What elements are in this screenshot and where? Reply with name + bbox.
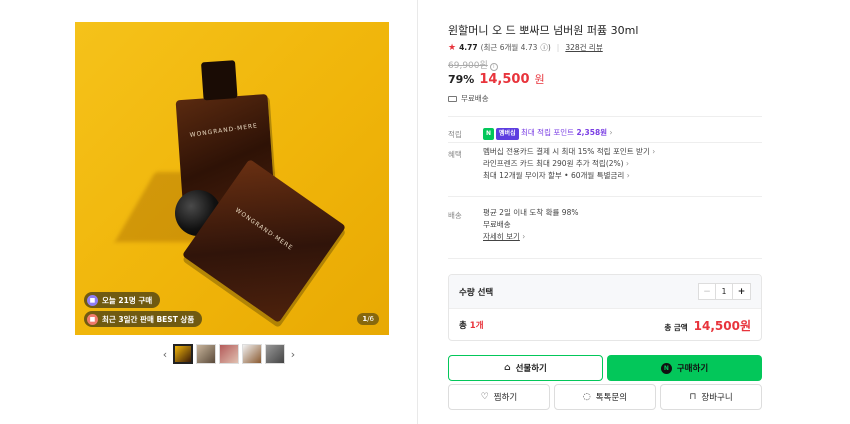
rating-summary: ★ 4.77 (최근 6개월 4.73 ⓘ) | 328건 리뷰 [448,42,603,53]
quantity-header: 수량 선택 − 1 + [449,275,761,309]
benefit-label: 혜택 [448,150,462,159]
buy-button[interactable]: N 구매하기 [607,355,762,381]
thumbnail-4[interactable] [242,344,262,364]
discount-rate: 79% [448,73,475,86]
points-label: 적립 [448,130,462,139]
info-icon[interactable]: ⓘ) [540,42,550,53]
prev-thumb-arrow-icon[interactable]: ‹ [160,348,170,361]
quantity-total-row: 총 1개 총 금액 14,500원 [449,309,761,340]
quantity-selector-box: 수량 선택 − 1 + 총 1개 총 금액 14,500원 [448,274,762,341]
gift-icon: ⌂ [504,363,511,373]
naver-pay-icon: N [660,362,672,374]
free-shipping-badge: 무료배송 [448,93,489,104]
chevron-right-icon: › [652,147,656,156]
original-price: 69,900원 i [448,58,498,71]
bottle-cap [200,60,238,101]
sale-price-row: 79% 14,500 원 [448,71,545,87]
chevron-right-icon: › [522,232,526,241]
next-thumb-arrow-icon[interactable]: › [288,348,298,361]
delivery-more-link[interactable]: 자세히 보기 › [483,231,578,243]
divider [448,258,762,259]
best-seller-badge: ■ 최근 3일간 판매 BEST 상품 [84,311,203,327]
benefit-item[interactable]: 멤버십 전용카드 결제 시 최대 15% 적립 포인트 받기 › [483,146,655,158]
total-count: 총 1개 [459,321,484,331]
today-purchase-text: 오늘 21명 구매 [102,295,153,305]
points-row[interactable]: N 멤버십 최대 적립 포인트 2,358원 › [483,127,612,140]
heart-icon: ♡ [480,392,489,402]
cart-icon: ■ [87,294,98,306]
star-icon: ★ [448,42,457,53]
truck-icon [448,95,457,102]
currency-won: 원 [534,73,545,86]
thumbnail-5[interactable] [265,344,285,364]
delivery-label: 배송 [448,211,462,220]
delivery-fee: 무료배송 [483,220,511,229]
thumbnail-strip: ‹ › [160,344,298,364]
quantity-value[interactable]: 1 [716,284,733,299]
quantity-plus-button[interactable]: + [733,284,750,299]
gift-icon: ■ [87,313,98,325]
rating-recent: (최근 6개월 4.73 [480,43,538,52]
thumbnail-2[interactable] [196,344,216,364]
bottle-label: WONGRAND·MERE [189,122,259,139]
gift-button[interactable]: ⌂ 선물하기 [448,355,603,381]
image-counter: 1/6 [357,313,379,325]
benefit-list: 멤버십 전용카드 결제 시 최대 15% 적립 포인트 받기 › 라인프렌즈 카… [483,146,655,182]
quantity-label: 수량 선택 [459,287,494,298]
divider [448,142,762,143]
product-title: 윈할머니 오 드 뽀싸므 넘버원 퍼퓸 30ml [448,24,639,37]
quantity-stepper: − 1 + [698,283,751,300]
rating-score: 4.77 [459,43,478,52]
price-info-icon[interactable]: i [489,63,498,71]
product-main-image[interactable]: WONGRAND·MERE WONGRAND·MERE ■ 오늘 21명 구매 … [75,22,389,335]
today-purchase-badge: ■ 오늘 21명 구매 [84,292,161,308]
divider [448,196,762,197]
delivery-info: 평균 2일 이내 도착 확률 98% 무료배송 자세히 보기 › [483,207,578,243]
benefit-item[interactable]: 최대 12개월 무이자 할부 • 60개월 특별금리 › [483,170,655,182]
thumbnail-1[interactable] [173,344,193,364]
chevron-right-icon: › [626,171,630,180]
column-divider [417,0,418,424]
sale-price: 14,500 [479,72,530,87]
benefit-item[interactable]: 라인프렌즈 카드 최대 290원 추가 적립(2%) › [483,158,655,170]
separator: | [556,43,560,52]
thumbnail-3[interactable] [219,344,239,364]
quantity-minus-button[interactable]: − [699,284,716,299]
shopping-bag-icon: ⊓ [689,392,697,402]
best-seller-text: 최근 3일간 판매 BEST 상품 [102,314,195,324]
chevron-right-icon: › [609,128,613,137]
bottle-label-small: WONGRAND·MERE [233,206,295,253]
chat-bubble-icon: ◌ [582,392,591,402]
delivery-eta: 평균 2일 이내 도착 확률 98% [483,208,579,217]
cart-button[interactable]: ⊓ 장바구니 [660,384,762,410]
wishlist-button[interactable]: ♡ 찜하기 [448,384,550,410]
chevron-right-icon: › [625,159,629,168]
talktalk-inquiry-button[interactable]: ◌ 톡톡문의 [554,384,656,410]
review-link[interactable]: 328건 리뷰 [565,42,602,53]
divider [448,116,762,117]
naver-pay-badge: N 멤버십 [483,128,519,140]
total-amount: 총 금액 14,500원 [664,318,751,333]
